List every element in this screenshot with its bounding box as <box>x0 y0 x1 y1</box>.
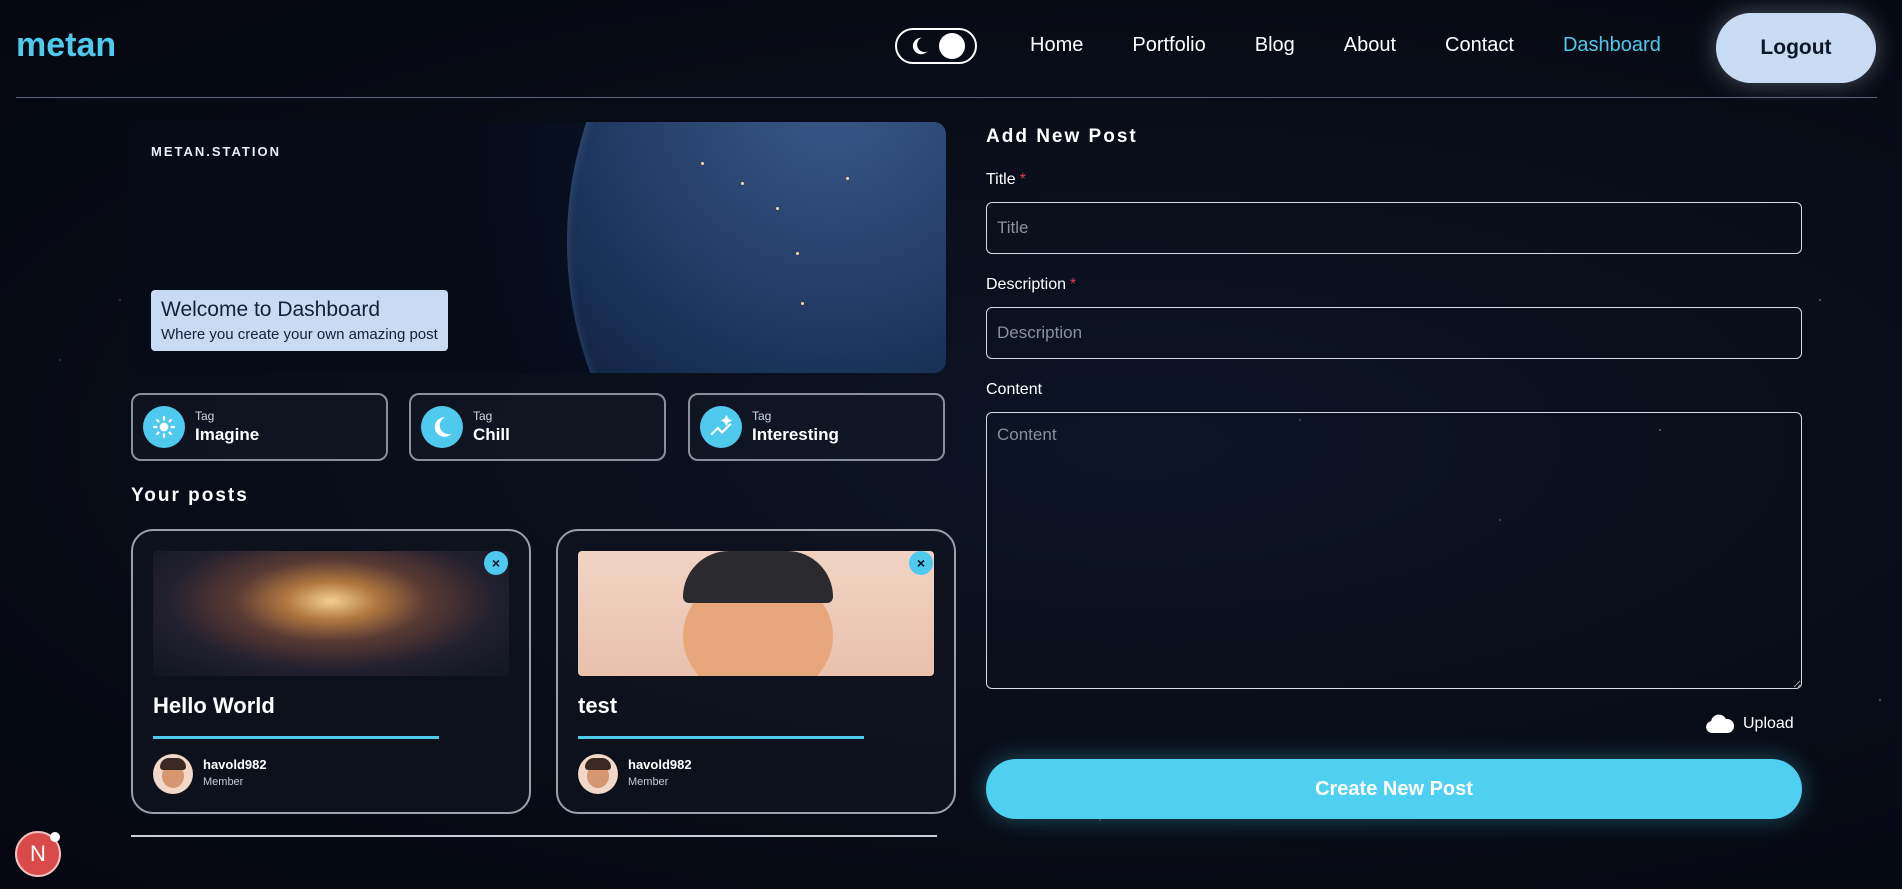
badge-dot <box>50 832 60 842</box>
post-card[interactable]: × test havold982 Member <box>556 529 956 814</box>
required-mark: * <box>1070 276 1077 293</box>
post-image <box>153 551 509 676</box>
delete-post-button[interactable]: × <box>909 551 933 575</box>
station-label: METAN.STATION <box>151 144 281 159</box>
sun-sparkle-icon <box>143 406 185 448</box>
nav-home[interactable]: Home <box>1030 34 1083 57</box>
moon-icon <box>421 406 463 448</box>
tag-name: Interesting <box>752 425 839 444</box>
logout-button[interactable]: Logout <box>1716 13 1876 83</box>
post-divider <box>153 736 439 739</box>
tag-caption: Tag <box>752 409 772 423</box>
upload-button[interactable]: Upload <box>1705 714 1794 734</box>
title-label: Title * <box>986 171 1026 188</box>
nav-contact[interactable]: Contact <box>1445 34 1514 57</box>
content-label: Content <box>986 381 1043 398</box>
nav-portfolio[interactable]: Portfolio <box>1132 34 1205 57</box>
tag-chill[interactable]: Tag Chill <box>409 393 666 461</box>
post-image <box>578 551 934 676</box>
post-divider <box>578 736 864 739</box>
city-light <box>776 207 779 210</box>
delete-post-button[interactable]: × <box>484 551 508 575</box>
welcome-title: Welcome to Dashboard <box>161 298 381 321</box>
description-input[interactable] <box>986 307 1802 359</box>
main-nav: Home Portfolio Blog About Contact Dashbo… <box>1030 34 1710 57</box>
avatar <box>153 754 193 794</box>
nav-blog[interactable]: Blog <box>1255 34 1295 57</box>
moon-icon <box>912 37 927 55</box>
content-textarea[interactable] <box>986 412 1802 689</box>
required-mark: * <box>1019 171 1026 188</box>
city-light <box>741 182 744 185</box>
your-posts-heading: Your posts <box>131 485 249 506</box>
city-light <box>846 177 849 180</box>
planet-image <box>567 122 946 373</box>
welcome-box: Welcome to Dashboard Where you create yo… <box>151 290 448 351</box>
author-role: Member <box>628 776 669 788</box>
site-logo[interactable]: metan <box>16 26 116 65</box>
post-title: Hello World <box>153 693 275 718</box>
tag-caption: Tag <box>473 409 493 423</box>
tag-name: Imagine <box>195 425 260 444</box>
trend-sparkle-icon <box>700 406 742 448</box>
form-heading: Add New Post <box>986 126 1138 147</box>
header-divider <box>16 97 1877 98</box>
toggle-knob <box>938 33 965 59</box>
avatar <box>578 754 618 794</box>
city-light <box>701 162 704 165</box>
post-author: havold982 <box>203 757 267 772</box>
welcome-subtitle: Where you create your own amazing post <box>161 326 438 343</box>
tag-name: Chill <box>473 425 510 444</box>
nav-about[interactable]: About <box>1344 34 1396 57</box>
post-card[interactable]: × Hello World havold982 Member <box>131 529 531 814</box>
description-label: Description * <box>986 276 1077 293</box>
city-light <box>801 302 804 305</box>
title-input[interactable] <box>986 202 1802 254</box>
tag-imagine[interactable]: Tag Imagine <box>131 393 388 461</box>
upload-label: Upload <box>1743 715 1794 732</box>
cloud-icon <box>1706 714 1735 733</box>
post-author: havold982 <box>628 757 692 772</box>
dashboard-banner: METAN.STATION Welcome to Dashboard Where… <box>131 122 946 373</box>
tag-caption: Tag <box>195 409 215 423</box>
author-role: Member <box>203 776 244 788</box>
nav-dashboard[interactable]: Dashboard <box>1563 34 1661 57</box>
theme-toggle[interactable] <box>895 28 977 64</box>
city-light <box>796 252 799 255</box>
posts-divider <box>131 835 937 837</box>
tag-interesting[interactable]: Tag Interesting <box>688 393 945 461</box>
create-post-button[interactable]: Create New Post <box>986 759 1802 819</box>
post-title: test <box>578 693 618 718</box>
